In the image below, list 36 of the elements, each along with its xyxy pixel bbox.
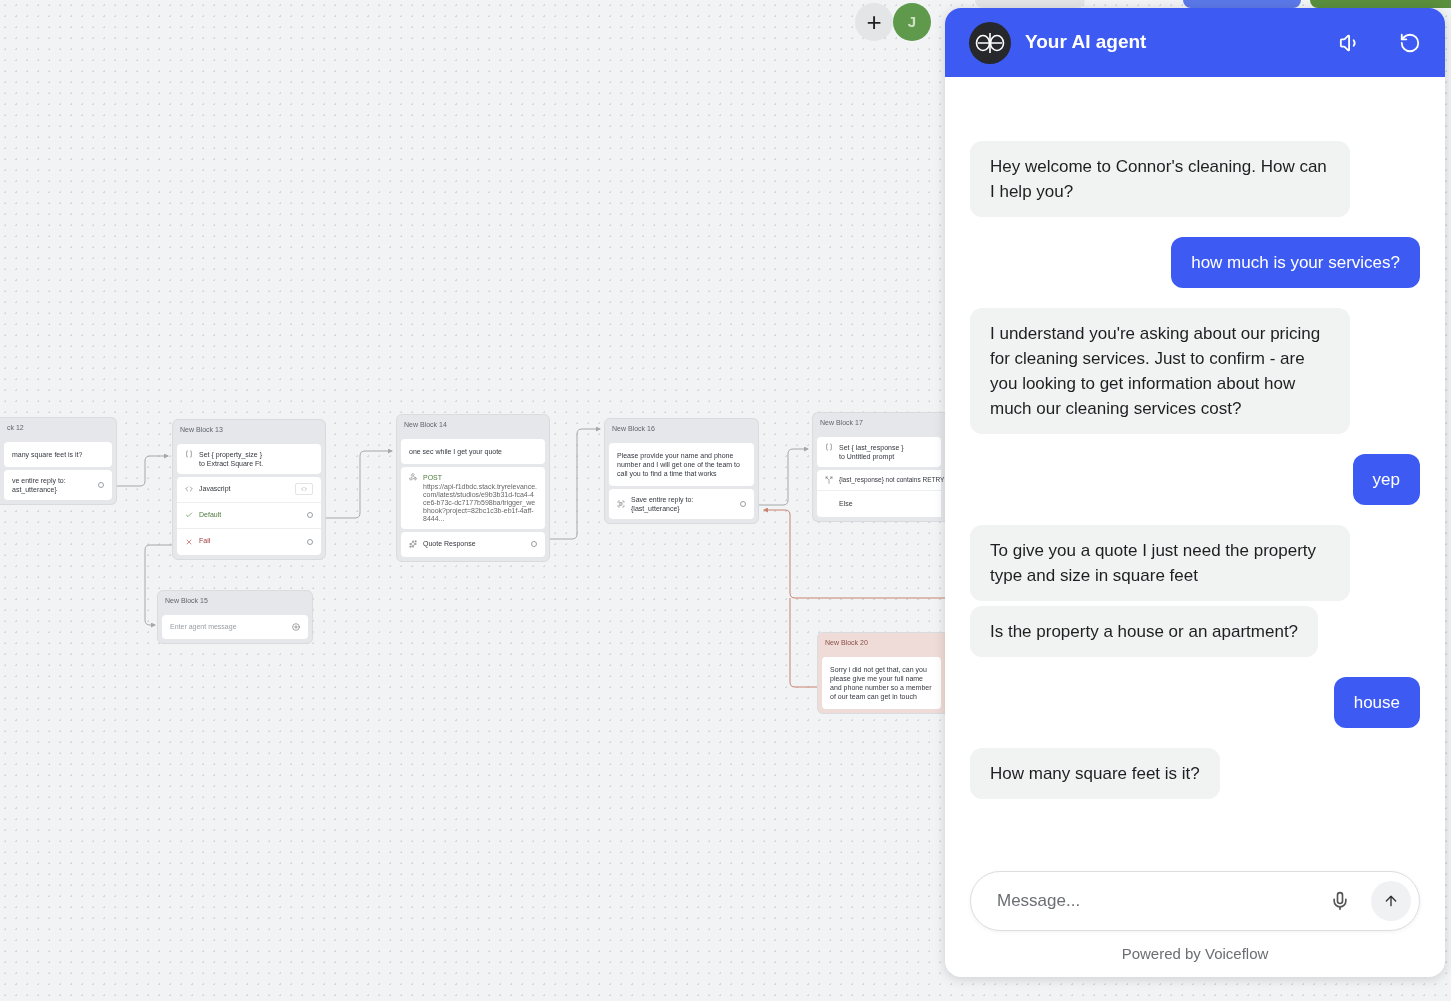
capture-icon <box>617 499 625 508</box>
message-field[interactable]: Message... <box>970 871 1420 931</box>
agent-message: To give you a quote I just need the property type and size in square feet <box>970 525 1350 601</box>
agent-message: How many square feet is it? <box>970 748 1220 799</box>
add-icon[interactable] <box>292 622 300 631</box>
port-icon[interactable] <box>740 500 746 507</box>
port-icon[interactable] <box>98 481 104 488</box>
user-message: yep <box>1352 454 1420 505</box>
webhook-icon <box>409 472 417 481</box>
chat-title: Your AI agent <box>1025 30 1147 55</box>
condition-icon <box>825 475 833 484</box>
braces-icon <box>825 442 833 451</box>
check-icon <box>185 511 193 519</box>
port-icon[interactable] <box>531 541 537 548</box>
connector-line <box>116 453 169 487</box>
edit-code-button[interactable] <box>295 483 313 495</box>
agent-logo-icon <box>969 21 1011 64</box>
code-icon <box>185 485 193 493</box>
agent-message: I understand you're asking about our pricing for cleaning services. Just to confirm - are you looking to get information about how much our cleaning services cost? <box>970 308 1350 434</box>
agent-message: Hey welcome to Connor's cleaning. How can I help you? <box>970 141 1350 217</box>
port-icon[interactable] <box>307 512 313 518</box>
agent-message: Is the property a house or an apartment? <box>970 606 1319 657</box>
flow-block[interactable] <box>396 414 550 562</box>
port-icon[interactable] <box>307 538 313 545</box>
top-bar-tab[interactable] <box>1183 0 1301 8</box>
powered-by-text: Powered by Voiceflow <box>1121 943 1269 964</box>
user-message: how much is your services? <box>1171 237 1420 288</box>
connector-line <box>325 448 393 519</box>
add-button[interactable]: + <box>855 3 893 41</box>
cross-icon <box>185 537 193 546</box>
microphone-icon[interactable] <box>1330 891 1350 911</box>
restart-icon[interactable] <box>1399 31 1421 54</box>
user-message: house <box>1333 677 1420 728</box>
code-icon <box>301 486 307 492</box>
sparkles-icon <box>409 540 417 549</box>
braces-icon <box>185 449 193 458</box>
